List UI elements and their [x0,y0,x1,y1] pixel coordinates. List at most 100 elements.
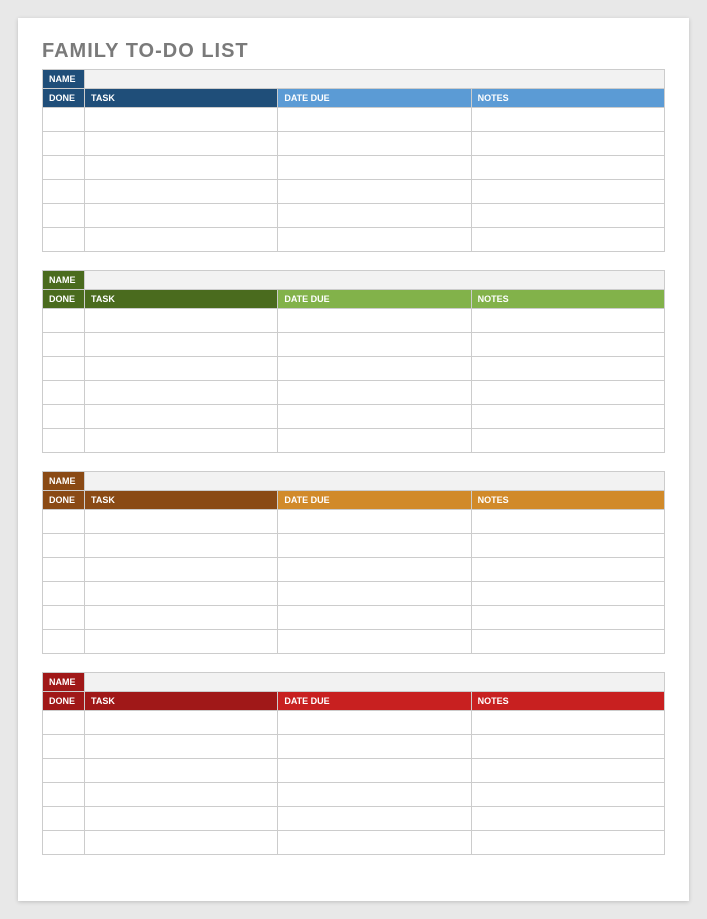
cell-task[interactable] [85,405,278,429]
cell-date_due[interactable] [278,807,471,831]
cell-notes[interactable] [471,582,664,606]
cell-done[interactable] [43,309,85,333]
cell-task[interactable] [85,711,278,735]
cell-done[interactable] [43,429,85,453]
cell-notes[interactable] [471,204,664,228]
cell-date_due[interactable] [278,405,471,429]
cell-done[interactable] [43,228,85,252]
cell-task[interactable] [85,558,278,582]
cell-task[interactable] [85,108,278,132]
cell-notes[interactable] [471,783,664,807]
cell-done[interactable] [43,108,85,132]
cell-date_due[interactable] [278,606,471,630]
cell-date_due[interactable] [278,831,471,855]
name-value-cell[interactable] [85,271,665,290]
cell-task[interactable] [85,606,278,630]
cell-date_due[interactable] [278,735,471,759]
cell-done[interactable] [43,630,85,654]
cell-task[interactable] [85,807,278,831]
cell-date_due[interactable] [278,228,471,252]
cell-date_due[interactable] [278,759,471,783]
cell-date_due[interactable] [278,357,471,381]
cell-task[interactable] [85,735,278,759]
cell-notes[interactable] [471,510,664,534]
cell-task[interactable] [85,630,278,654]
cell-date_due[interactable] [278,204,471,228]
cell-notes[interactable] [471,132,664,156]
cell-done[interactable] [43,558,85,582]
cell-task[interactable] [85,333,278,357]
cell-done[interactable] [43,132,85,156]
cell-done[interactable] [43,156,85,180]
cell-date_due[interactable] [278,132,471,156]
cell-date_due[interactable] [278,510,471,534]
cell-date_due[interactable] [278,534,471,558]
cell-date_due[interactable] [278,333,471,357]
cell-task[interactable] [85,831,278,855]
cell-task[interactable] [85,759,278,783]
cell-done[interactable] [43,783,85,807]
cell-task[interactable] [85,510,278,534]
cell-done[interactable] [43,711,85,735]
cell-notes[interactable] [471,711,664,735]
cell-task[interactable] [85,204,278,228]
cell-notes[interactable] [471,357,664,381]
cell-done[interactable] [43,204,85,228]
cell-date_due[interactable] [278,429,471,453]
cell-notes[interactable] [471,429,664,453]
cell-date_due[interactable] [278,558,471,582]
cell-task[interactable] [85,180,278,204]
cell-date_due[interactable] [278,156,471,180]
cell-done[interactable] [43,333,85,357]
cell-task[interactable] [85,783,278,807]
cell-done[interactable] [43,534,85,558]
cell-notes[interactable] [471,381,664,405]
cell-task[interactable] [85,429,278,453]
cell-date_due[interactable] [278,108,471,132]
cell-task[interactable] [85,357,278,381]
cell-task[interactable] [85,534,278,558]
cell-done[interactable] [43,381,85,405]
cell-task[interactable] [85,228,278,252]
name-value-cell[interactable] [85,472,665,491]
name-value-cell[interactable] [85,70,665,89]
cell-notes[interactable] [471,558,664,582]
cell-notes[interactable] [471,630,664,654]
cell-notes[interactable] [471,534,664,558]
cell-notes[interactable] [471,735,664,759]
cell-date_due[interactable] [278,582,471,606]
cell-task[interactable] [85,381,278,405]
cell-done[interactable] [43,759,85,783]
cell-notes[interactable] [471,759,664,783]
cell-done[interactable] [43,357,85,381]
cell-notes[interactable] [471,228,664,252]
cell-date_due[interactable] [278,783,471,807]
cell-task[interactable] [85,582,278,606]
cell-date_due[interactable] [278,309,471,333]
cell-date_due[interactable] [278,630,471,654]
cell-task[interactable] [85,132,278,156]
cell-notes[interactable] [471,156,664,180]
cell-done[interactable] [43,831,85,855]
cell-done[interactable] [43,735,85,759]
cell-notes[interactable] [471,831,664,855]
cell-done[interactable] [43,807,85,831]
cell-done[interactable] [43,405,85,429]
cell-notes[interactable] [471,309,664,333]
cell-task[interactable] [85,309,278,333]
cell-notes[interactable] [471,180,664,204]
cell-date_due[interactable] [278,711,471,735]
cell-date_due[interactable] [278,180,471,204]
cell-date_due[interactable] [278,381,471,405]
cell-done[interactable] [43,510,85,534]
cell-done[interactable] [43,180,85,204]
cell-notes[interactable] [471,606,664,630]
cell-task[interactable] [85,156,278,180]
cell-notes[interactable] [471,108,664,132]
name-value-cell[interactable] [85,673,665,692]
cell-notes[interactable] [471,405,664,429]
cell-done[interactable] [43,606,85,630]
cell-done[interactable] [43,582,85,606]
cell-notes[interactable] [471,333,664,357]
cell-notes[interactable] [471,807,664,831]
